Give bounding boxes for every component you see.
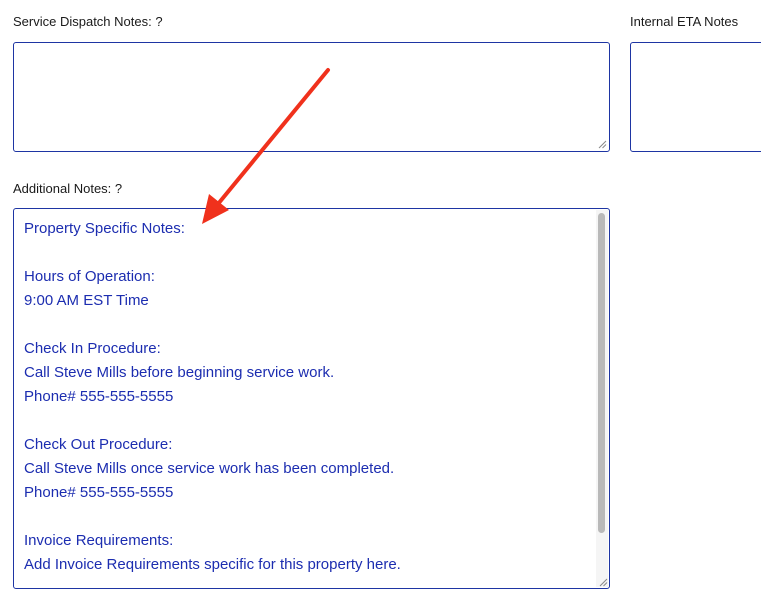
notes-line: Check Out Procedure: [24, 436, 173, 453]
notes-line: 9:00 AM EST Time [24, 292, 149, 309]
notes-line: Phone# 555-555-5555 [24, 484, 174, 501]
resize-grip-icon[interactable] [599, 578, 608, 587]
notes-line [24, 409, 591, 433]
notes-line: Check In Procedure: [24, 340, 161, 357]
resize-grip-icon[interactable] [598, 140, 607, 149]
internal-eta-notes-textarea[interactable] [630, 42, 761, 152]
service-dispatch-notes-label: Service Dispatch Notes: ? [13, 14, 163, 29]
notes-line [24, 241, 591, 265]
notes-line: Invoice Requirements: [24, 532, 174, 549]
notes-line [24, 313, 591, 337]
additional-notes-text: Property Specific Notes: Hours of Operati… [24, 217, 591, 577]
notes-line: Add Invoice Requirements specific for th… [24, 556, 401, 573]
additional-notes-label: Additional Notes: ? [13, 181, 123, 196]
notes-form: Service Dispatch Notes: ? Internal ETA N… [0, 0, 761, 605]
internal-eta-notes-label: Internal ETA Notes [630, 14, 739, 29]
notes-line [24, 505, 591, 529]
additional-notes-textarea[interactable]: Property Specific Notes: Hours of Operati… [13, 208, 610, 589]
notes-line: Hours of Operation: [24, 268, 155, 285]
notes-line: Property Specific Notes: [24, 220, 185, 237]
notes-line: Call Steve Mills before beginning servic… [24, 364, 335, 381]
notes-line: Phone# 555-555-5555 [24, 388, 174, 405]
service-dispatch-notes-textarea[interactable] [13, 42, 610, 152]
scrollbar[interactable] [596, 210, 608, 587]
notes-line: Call Steve Mills once service work has b… [24, 460, 395, 477]
scrollbar-thumb[interactable] [598, 213, 605, 533]
